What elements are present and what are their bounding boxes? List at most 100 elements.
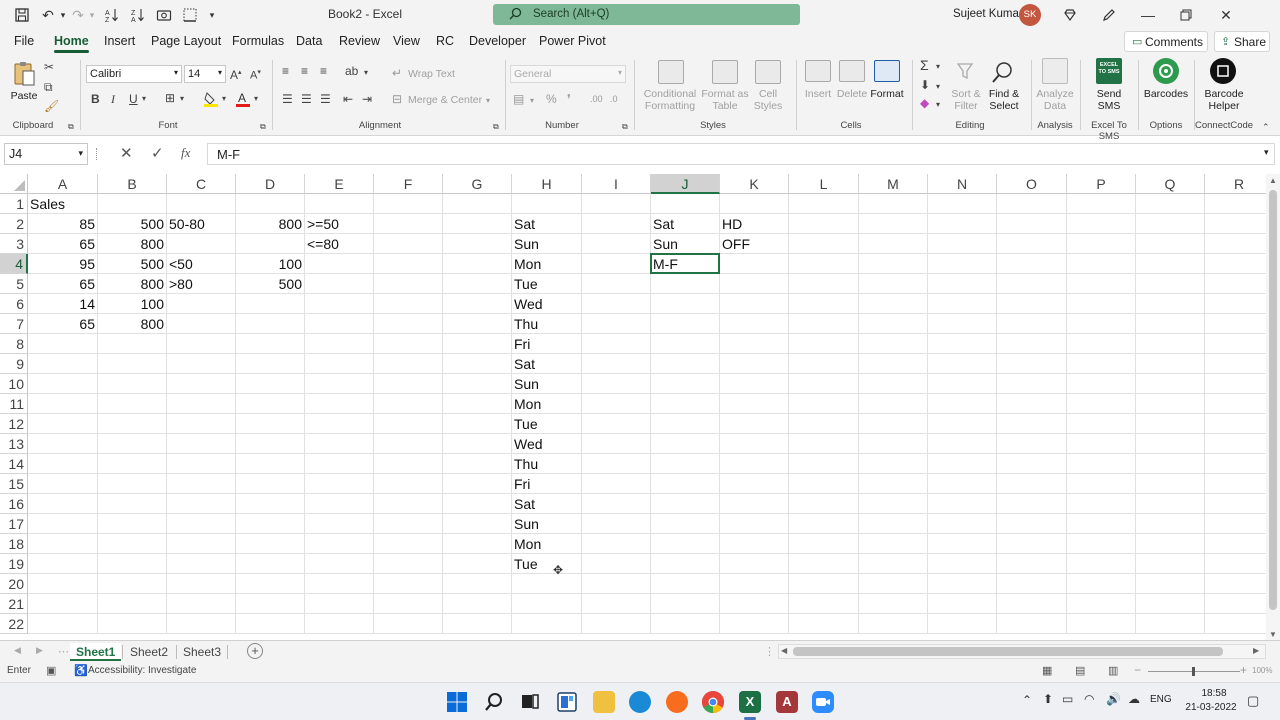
column-header-m[interactable]: M xyxy=(859,174,928,194)
column-header-r[interactable]: R xyxy=(1205,174,1266,194)
underline-icon[interactable]: U xyxy=(129,92,138,106)
column-header-p[interactable]: P xyxy=(1067,174,1136,194)
prev-sheet-icon[interactable]: ◀ xyxy=(14,645,21,656)
next-sheet-icon[interactable]: ▶ xyxy=(36,645,43,656)
customize-qat-icon[interactable]: ▾ xyxy=(204,7,220,23)
normal-view-icon[interactable]: ▦ xyxy=(1042,664,1052,677)
cell-d5[interactable]: 500 xyxy=(236,274,304,294)
align-right-icon[interactable]: ☰ xyxy=(320,92,331,106)
formula-input[interactable]: M-F xyxy=(207,143,1275,165)
sort-asc-icon[interactable]: AZ xyxy=(104,7,120,24)
chevron-down-icon[interactable]: ▾ xyxy=(530,94,534,108)
accessibility-status[interactable]: Accessibility: Investigate xyxy=(88,665,196,676)
chevron-down-icon[interactable]: ▾ xyxy=(254,92,258,106)
select-all-corner[interactable] xyxy=(0,174,28,194)
align-bottom-icon[interactable]: ≡ xyxy=(320,64,327,78)
tray-extra-icon[interactable]: ☁ xyxy=(1128,692,1140,706)
currency-icon[interactable]: ▤ xyxy=(513,92,524,106)
column-header-j[interactable]: J xyxy=(651,174,720,194)
undo-dropdown-icon[interactable]: ▾ xyxy=(55,7,71,23)
cell-h16[interactable]: Sat xyxy=(512,494,581,514)
name-box[interactable]: J4 ▾ xyxy=(4,143,88,165)
scroll-thumb[interactable] xyxy=(793,647,1223,656)
cell-h9[interactable]: Sat xyxy=(512,354,581,374)
barcode-helper-button[interactable]: Barcode Helper xyxy=(1200,88,1248,112)
paste-icon[interactable] xyxy=(12,60,36,88)
row-header-17[interactable]: 17 xyxy=(0,514,28,534)
tab-developer[interactable]: Developer xyxy=(469,34,526,48)
undo-icon[interactable]: ↶ xyxy=(40,7,56,23)
chevron-down-icon[interactable]: ▾ xyxy=(142,92,146,106)
enter-icon[interactable]: ✓ xyxy=(151,144,164,162)
cell-h7[interactable]: Thu xyxy=(512,314,581,334)
clock-date[interactable]: 21-03-2022 xyxy=(1181,702,1241,713)
cell-e3[interactable]: <=80 xyxy=(305,234,373,254)
notification-icon[interactable]: ▢ xyxy=(1247,693,1259,709)
row-header-22[interactable]: 22 xyxy=(0,614,28,634)
cell-k2[interactable]: HD xyxy=(720,214,788,234)
row-header-4[interactable]: 4 xyxy=(0,254,28,274)
avatar[interactable]: SK xyxy=(1019,4,1041,26)
column-header-e[interactable]: E xyxy=(305,174,374,194)
number-launcher-icon[interactable]: ⧉ xyxy=(622,120,628,134)
chevron-down-icon[interactable]: ▾ xyxy=(936,60,940,74)
cell-b4[interactable]: 500 xyxy=(98,254,166,274)
redo-dropdown-icon[interactable]: ▾ xyxy=(84,7,100,23)
splitter[interactable] xyxy=(96,148,98,160)
zoom-level[interactable]: 100% xyxy=(1252,666,1272,675)
row-header-7[interactable]: 7 xyxy=(0,314,28,334)
cell-h14[interactable]: Thu xyxy=(512,454,581,474)
cell-h4[interactable]: Mon xyxy=(512,254,581,274)
orientation-icon[interactable]: ab xyxy=(345,64,358,78)
task-view-icon[interactable] xyxy=(519,691,541,713)
font-launcher-icon[interactable]: ⧉ xyxy=(260,120,266,134)
sort-filter-button[interactable]: Sort & Filter xyxy=(946,88,986,112)
sheet-tab-sheet3[interactable]: Sheet3 xyxy=(177,643,227,661)
row-header-18[interactable]: 18 xyxy=(0,534,28,554)
cell-h3[interactable]: Sun xyxy=(512,234,581,254)
row-header-8[interactable]: 8 xyxy=(0,334,28,354)
user-name[interactable]: Sujeet Kumar xyxy=(953,8,1023,20)
restore-icon[interactable] xyxy=(1178,7,1194,23)
tab-review[interactable]: Review xyxy=(339,34,380,48)
horizontal-scrollbar[interactable]: ◀ ▶ xyxy=(778,644,1266,659)
column-header-k[interactable]: K xyxy=(720,174,789,194)
format-painter-icon[interactable]: 🖌 xyxy=(44,99,59,113)
firefox-icon[interactable] xyxy=(666,691,688,713)
clear-icon[interactable]: ◆ xyxy=(920,96,929,110)
cell-styles-button[interactable]: Cell Styles xyxy=(748,88,788,112)
border-icon[interactable] xyxy=(182,7,198,23)
more-sheets-icon[interactable]: ⋯ xyxy=(58,645,69,658)
cell-k3[interactable]: OFF xyxy=(720,234,788,254)
increase-indent-icon[interactable]: ⇥ xyxy=(362,92,372,106)
scroll-up-icon[interactable]: ▲ xyxy=(1269,176,1277,185)
row-header-11[interactable]: 11 xyxy=(0,394,28,414)
diamond-icon[interactable] xyxy=(1062,7,1078,23)
cell-h11[interactable]: Mon xyxy=(512,394,581,414)
cell-h13[interactable]: Wed xyxy=(512,434,581,454)
active-cell-selection[interactable] xyxy=(650,253,720,274)
row-header-20[interactable]: 20 xyxy=(0,574,28,594)
chevron-down-icon[interactable]: ▾ xyxy=(180,92,184,106)
chevron-down-icon[interactable]: ▾ xyxy=(936,98,940,112)
sort-desc-icon[interactable]: ZA xyxy=(130,7,146,24)
align-middle-icon[interactable]: ≡ xyxy=(301,64,308,78)
row-header-1[interactable]: 1 xyxy=(0,194,28,214)
excel-taskbar-icon[interactable]: X xyxy=(739,691,761,713)
row-header-13[interactable]: 13 xyxy=(0,434,28,454)
paste-button[interactable]: Paste xyxy=(10,90,38,102)
cell-a5[interactable]: 65 xyxy=(28,274,97,294)
more-icon[interactable]: ⋮ xyxy=(764,645,775,658)
row-header-14[interactable]: 14 xyxy=(0,454,28,474)
collapse-ribbon-icon[interactable]: ⌃ xyxy=(1262,120,1270,134)
insert-function-icon[interactable]: fx xyxy=(181,145,190,161)
insert-button[interactable]: Insert xyxy=(800,88,836,100)
decrease-indent-icon[interactable]: ⇤ xyxy=(343,92,353,106)
font-name-select[interactable]: Calibri ▾ xyxy=(86,65,182,83)
cell-h17[interactable]: Sun xyxy=(512,514,581,534)
scroll-thumb[interactable] xyxy=(1269,190,1277,610)
clipboard-launcher-icon[interactable]: ⧉ xyxy=(68,120,74,134)
close-icon[interactable]: ✕ xyxy=(1218,7,1234,23)
font-color-icon[interactable]: A xyxy=(236,91,250,107)
analyze-data-button[interactable]: Analyze Data xyxy=(1035,88,1075,112)
